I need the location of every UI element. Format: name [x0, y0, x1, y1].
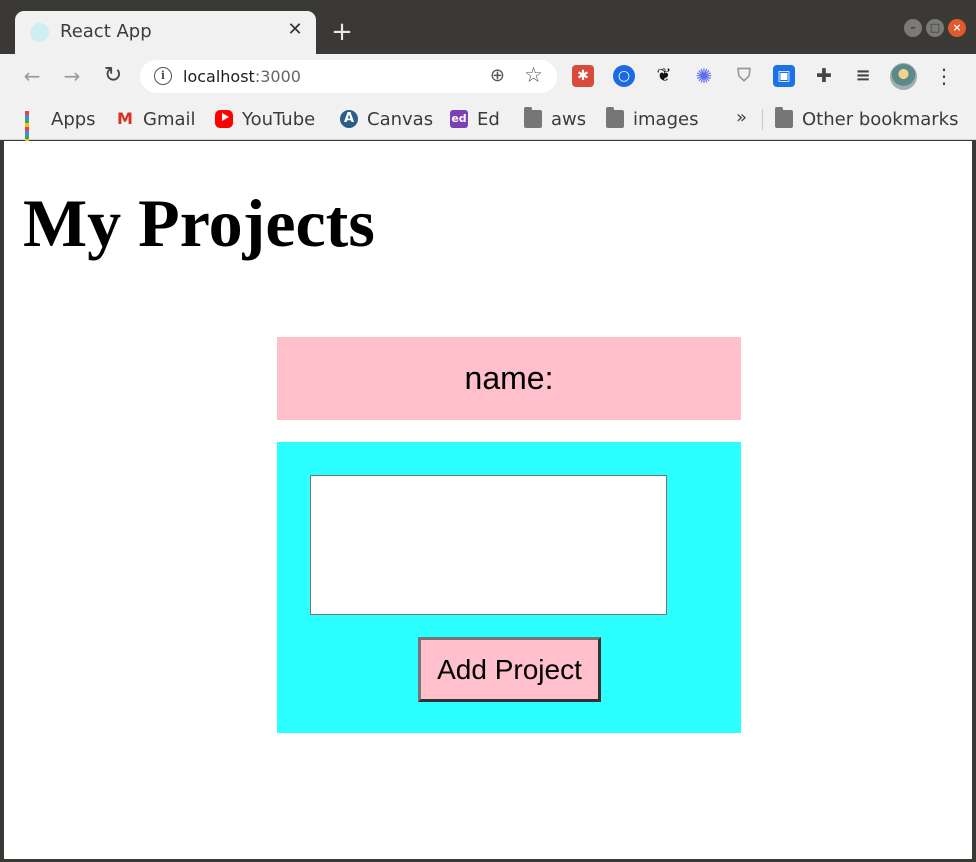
maximize-button[interactable]: □ — [926, 19, 944, 37]
bookmark-images[interactable]: images — [606, 107, 698, 131]
add-project-button[interactable]: Add Project — [418, 637, 601, 702]
bookmark-canvas[interactable]: A Canvas — [340, 107, 433, 131]
bug-extension-icon[interactable]: ✱ — [572, 65, 594, 87]
minimize-button[interactable]: – — [904, 19, 922, 37]
browser-menu-icon[interactable]: ⋮ — [934, 63, 954, 89]
url-host: localhost — [183, 67, 255, 86]
bookmark-apps[interactable]: Apps — [24, 107, 96, 147]
name-label: name: — [464, 360, 554, 396]
bookmark-label: Ed — [477, 108, 500, 130]
profile-avatar[interactable] — [890, 63, 917, 90]
name-panel: name: — [277, 337, 741, 420]
bookmark-label: Other bookmarks — [802, 108, 959, 130]
bookmark-ed[interactable]: ed Ed — [450, 107, 500, 131]
project-name-input[interactable] — [310, 475, 667, 615]
folder-icon — [524, 107, 542, 128]
forward-button[interactable]: → — [58, 62, 86, 90]
url-port: :3000 — [254, 67, 301, 86]
bookmarks-divider — [762, 109, 763, 130]
bookmark-label: Gmail — [143, 108, 196, 130]
ring-extension-icon[interactable]: ○ — [613, 65, 635, 87]
box-extension-icon[interactable]: ▣ — [773, 65, 795, 87]
shield-extension-icon[interactable]: ⛉ — [733, 65, 755, 87]
new-tab-button[interactable]: + — [331, 19, 353, 45]
asterisk-extension-icon[interactable]: ✺ — [693, 65, 715, 87]
reload-button[interactable]: ↻ — [99, 62, 127, 90]
gmail-icon: M — [117, 109, 133, 128]
canvas-icon: A — [340, 110, 358, 128]
bookmark-youtube[interactable]: YouTube — [215, 107, 315, 131]
browser-window: React App ✕ + – □ × ← → ↻ i localhost:30… — [0, 0, 976, 862]
bookmarks-overflow-chevron-icon[interactable]: » — [736, 107, 747, 128]
apps-grid-icon — [24, 110, 42, 147]
react-favicon-icon — [30, 23, 49, 42]
bookmark-label: images — [633, 108, 699, 130]
bookmark-gmail[interactable]: M Gmail — [116, 107, 196, 131]
bookmark-star-icon[interactable]: ☆ — [524, 63, 543, 87]
bookmark-label: YouTube — [242, 108, 316, 130]
media-list-icon[interactable]: ≡ — [852, 65, 874, 87]
tab-close-icon[interactable]: ✕ — [286, 19, 304, 41]
bookmark-label: Canvas — [367, 108, 434, 130]
close-window-button[interactable]: × — [948, 19, 966, 37]
bookmark-label: Apps — [51, 108, 96, 130]
bookmark-other[interactable]: Other bookmarks — [775, 107, 958, 131]
tab-strip: React App ✕ + – □ × — [0, 0, 976, 54]
folder-icon — [775, 107, 793, 128]
window-frame-left — [0, 141, 4, 862]
tab-title: React App — [60, 21, 152, 42]
browser-tab[interactable]: React App ✕ — [15, 11, 316, 54]
add-project-form: Add Project — [277, 442, 741, 733]
puzzle-extension-icon[interactable]: ✚ — [813, 65, 835, 87]
browser-toolbar: ← → ↻ i localhost:3000 ⊕ ☆ ✱ ○ ❦ ✺ ⛉ ▣ ✚… — [0, 54, 976, 99]
site-info-icon[interactable]: i — [154, 67, 172, 85]
paw-extension-icon[interactable]: ❦ — [653, 65, 675, 87]
zoom-icon[interactable]: ⊕ — [490, 65, 505, 86]
page-title: My Projects — [23, 185, 375, 261]
bookmark-aws[interactable]: aws — [524, 107, 586, 131]
page-viewport: My Projects name: Add Project — [4, 141, 972, 859]
ed-icon: ed — [450, 110, 468, 128]
bookmarks-bar: Apps M Gmail YouTube A Canvas ed Ed aws … — [0, 99, 976, 147]
window-controls: – □ × — [904, 19, 966, 37]
bookmark-label: aws — [551, 108, 587, 130]
folder-icon — [606, 107, 624, 128]
url-text[interactable]: localhost:3000 — [183, 67, 301, 86]
back-button[interactable]: ← — [18, 62, 46, 90]
window-frame-right — [972, 141, 976, 862]
address-bar[interactable]: i localhost:3000 ⊕ ☆ — [140, 60, 557, 93]
youtube-icon — [215, 110, 233, 128]
